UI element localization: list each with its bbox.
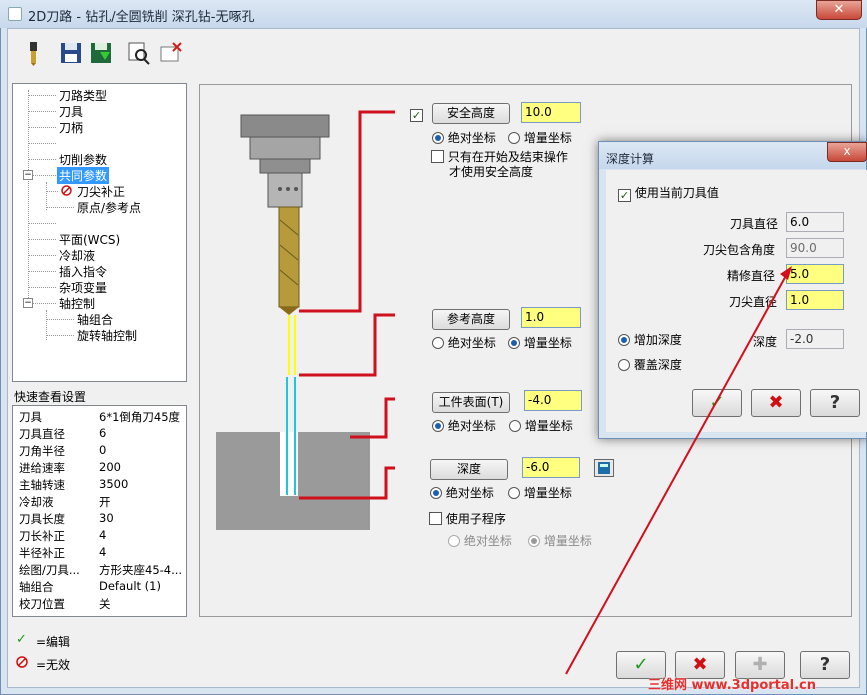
- use-current-tool-checkbox[interactable]: ✓ 使用当前刀具值: [618, 184, 719, 202]
- clearance-button[interactable]: 安全高度: [432, 103, 510, 124]
- retract-button[interactable]: 参考高度: [432, 309, 510, 330]
- clearance-inc[interactable]: 增量坐标: [508, 129, 572, 146]
- quickview-row: 冷却液开: [19, 495, 111, 509]
- top-of-stock-button[interactable]: 工件表面(T): [432, 392, 510, 413]
- tree-collapse-toggle[interactable]: −: [23, 170, 33, 180]
- save-icon[interactable]: [58, 40, 84, 66]
- tip-angle-input[interactable]: 90.0: [786, 238, 844, 258]
- view-icon[interactable]: [126, 40, 152, 66]
- tree-item-home-ref[interactable]: 原点/参考点: [77, 199, 141, 216]
- tree-item-toolpath-type[interactable]: 刀路类型: [59, 87, 107, 104]
- annotation-arrow: [565, 266, 792, 675]
- quickview-row: 刀长补正 4: [19, 528, 107, 543]
- tool-icon[interactable]: [20, 40, 46, 66]
- tree-item-canned-text[interactable]: 插入指令: [59, 263, 107, 280]
- edit-check-icon: ✓: [16, 632, 27, 647]
- watermark: 三维网 www.3dportal.cn: [648, 678, 817, 693]
- dialog-help-button[interactable]: ?: [810, 389, 860, 417]
- tree-item-axis-control[interactable]: 轴控制: [59, 295, 95, 312]
- delete-icon[interactable]: [158, 40, 184, 66]
- top-abs[interactable]: 绝对坐标: [432, 417, 496, 434]
- subprog-abs[interactable]: 绝对坐标: [448, 532, 512, 549]
- quickview-row: 刀角半径 0: [19, 443, 107, 458]
- subprogram-checkbox[interactable]: 使用子程序: [429, 510, 506, 527]
- retract-abs[interactable]: 绝对坐标: [432, 334, 496, 351]
- depth-abs[interactable]: 绝对坐标: [430, 484, 494, 501]
- tree-item-axis-combo[interactable]: 轴组合: [77, 311, 113, 328]
- clearance-abs[interactable]: 绝对坐标: [432, 129, 496, 146]
- tree-item-tip-comp[interactable]: 刀尖补正: [77, 183, 125, 200]
- tree-item-rotary-axis[interactable]: 旋转轴控制: [77, 327, 137, 344]
- clearance-input[interactable]: 10.0: [521, 102, 581, 123]
- quickview-row: 进给速率 200: [19, 460, 121, 475]
- tree-item-coolant[interactable]: 冷却液: [59, 247, 95, 264]
- quickview-row: 主轴转速 3500: [19, 477, 129, 492]
- help-icon: ?: [819, 654, 831, 675]
- app-icon: [8, 7, 22, 21]
- window-close-button[interactable]: ✕: [816, 0, 862, 20]
- legend-edit: =编辑: [36, 635, 71, 649]
- tree-item-linking-params[interactable]: 共同参数: [57, 167, 110, 184]
- tool-diameter-label: 刀具直径: [730, 217, 779, 231]
- quickview-title: 快速查看设置: [14, 390, 87, 404]
- tree-panel: − − 刀路类型 刀具 刀柄 切削参数 共同参数 刀尖补正 原点/参考点 平面(…: [12, 83, 187, 382]
- quickview-row: 半径补正 4: [19, 545, 107, 560]
- quickview-row: 轴组合 Default (1): [19, 579, 161, 594]
- drill-illustration: [216, 110, 395, 530]
- quickview-row: 刀具长度 30: [19, 511, 114, 526]
- tool-diameter-input[interactable]: 6.0: [786, 212, 844, 232]
- tree-item-tool[interactable]: 刀具: [59, 103, 83, 120]
- dialog-title: 深度计算: [606, 152, 655, 166]
- tip-angle-label: 刀尖包含角度: [703, 243, 776, 257]
- quickview-panel: 刀具 6*1倒角刀45度 刀具直径 6 刀角半径 0 进给速率 200 主轴转速 3500…: [12, 405, 187, 617]
- clearance-checkbox[interactable]: ✓: [410, 106, 423, 122]
- tree-item-cut-params[interactable]: 切削参数: [59, 151, 107, 168]
- depth-button[interactable]: 深度: [430, 459, 508, 480]
- dialog-help-icon: ?: [829, 392, 841, 413]
- invalid-legend-icon: [16, 656, 28, 668]
- tree-item-planes[interactable]: 平面(WCS): [59, 231, 120, 248]
- tree-item-misc-values[interactable]: 杂项变量: [59, 279, 107, 296]
- invalid-icon: [61, 185, 72, 196]
- quickview-row: 刀具直径 6: [19, 426, 107, 441]
- tree-collapse-toggle-axis[interactable]: −: [23, 298, 33, 308]
- quickview-row: 校刀位置关: [19, 597, 111, 611]
- legend-invalid: =无效: [36, 658, 71, 672]
- quickview-row: 刀具 6*1倒角刀45度: [19, 410, 181, 424]
- clearance-only-start-end-2: 才使用安全高度: [449, 165, 534, 179]
- tree-item-holder[interactable]: 刀柄: [59, 119, 83, 136]
- window-title: 2D刀路 - 钻孔/全圆铣削 深孔钻-无啄孔: [28, 10, 255, 25]
- quickview-row: 绘图/刀具... 方形夹座45-4...: [19, 563, 183, 577]
- save-as-icon[interactable]: [88, 40, 114, 66]
- toolbar: [12, 32, 192, 68]
- dialog-close-button[interactable]: x: [827, 142, 867, 162]
